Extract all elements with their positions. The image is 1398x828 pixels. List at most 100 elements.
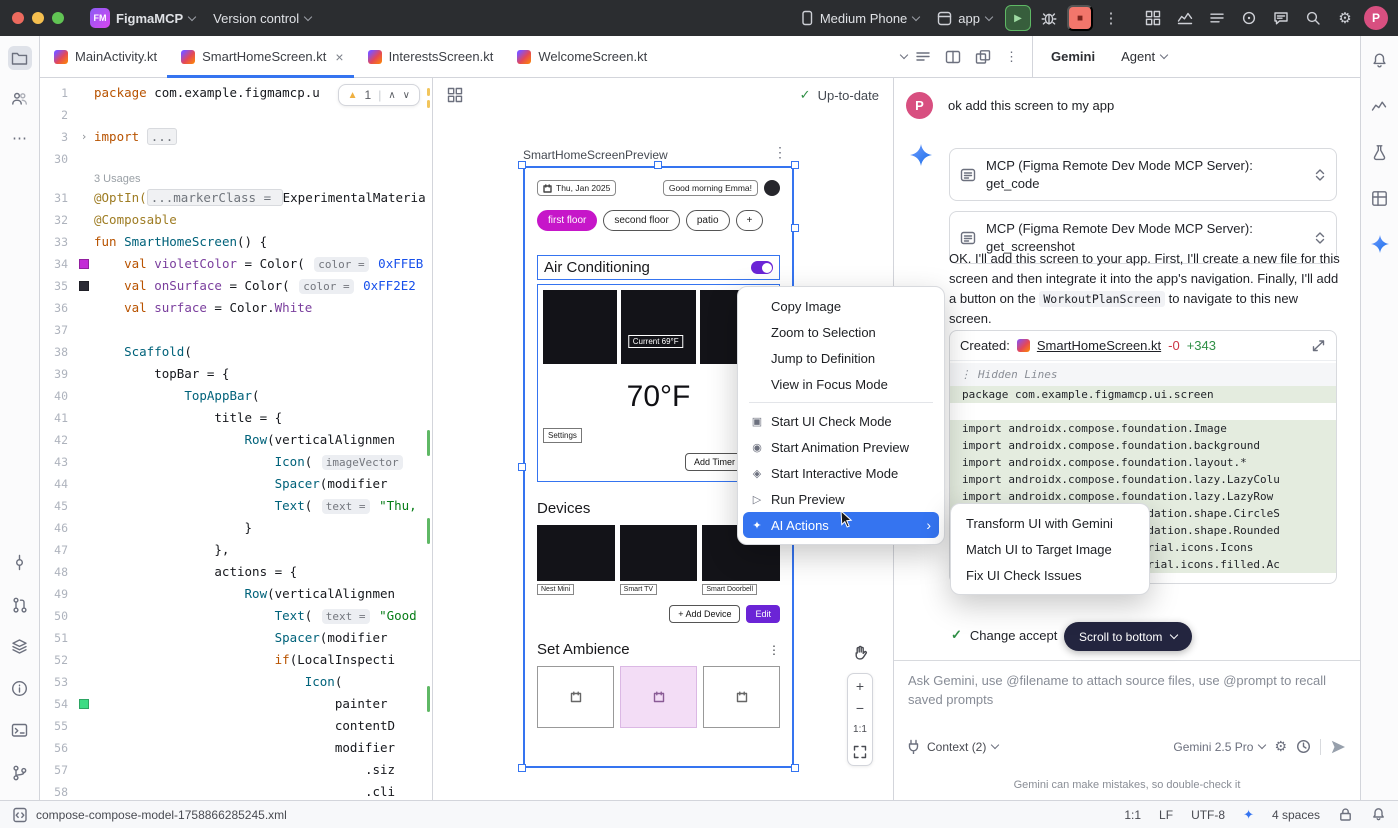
submenu-item[interactable]: Transform UI with Gemini bbox=[956, 510, 1144, 536]
floor-chip[interactable]: patio bbox=[686, 210, 730, 231]
plugins-button[interactable] bbox=[1236, 5, 1262, 31]
editor-tab[interactable]: WelcomeScreen.kt bbox=[503, 36, 657, 77]
ai-chat-button[interactable] bbox=[1268, 5, 1294, 31]
main-menu-button[interactable] bbox=[1204, 5, 1230, 31]
build-tool-button[interactable] bbox=[8, 634, 32, 658]
hidden-tabs-button[interactable] bbox=[893, 36, 915, 77]
settings-chip[interactable]: Settings bbox=[543, 428, 582, 443]
minimize-window-button[interactable] bbox=[32, 12, 44, 24]
color-swatch[interactable] bbox=[79, 259, 89, 269]
file-encoding[interactable]: UTF-8 bbox=[1191, 808, 1225, 822]
floor-chip[interactable]: first floor bbox=[537, 210, 597, 231]
more-run-actions-button[interactable]: ⋮ bbox=[1098, 5, 1124, 31]
zoom-out-button[interactable]: − bbox=[856, 702, 864, 714]
context-menu-item[interactable]: ▷ Run Preview bbox=[743, 486, 939, 512]
hidden-lines-row[interactable]: ⋮ Hidden Lines bbox=[950, 363, 1336, 386]
color-swatch[interactable] bbox=[79, 281, 89, 291]
ac-title-row[interactable]: Air Conditioning bbox=[537, 255, 780, 280]
ai-spark-icon[interactable]: ✦ bbox=[1243, 807, 1254, 823]
floor-chip[interactable]: second floor bbox=[603, 210, 679, 231]
prev-issue-icon[interactable]: ∧ bbox=[388, 90, 395, 101]
expand-chevrons-icon[interactable] bbox=[1314, 231, 1326, 245]
run-button[interactable]: ▶ bbox=[1005, 5, 1031, 31]
device-selector[interactable]: Medium Phone bbox=[792, 6, 927, 30]
selection-handle[interactable] bbox=[791, 764, 799, 772]
reader-mode-icon[interactable] bbox=[915, 49, 931, 65]
user-avatar[interactable]: P bbox=[1364, 6, 1388, 30]
lock-button[interactable] bbox=[1338, 807, 1353, 822]
tool-call-card[interactable]: MCP (Figma Remote Dev Mode MCP Server): … bbox=[949, 148, 1337, 201]
ambience-card[interactable] bbox=[537, 666, 614, 728]
zoom-level-label[interactable]: 1:1 bbox=[853, 724, 867, 735]
grid-view-icon[interactable] bbox=[447, 87, 463, 103]
send-button[interactable] bbox=[1330, 739, 1346, 755]
profiler-tool-button[interactable] bbox=[1368, 94, 1392, 118]
selection-handle[interactable] bbox=[791, 161, 799, 169]
preview-options-icon[interactable]: ⋮ bbox=[773, 144, 787, 161]
project-tool-button[interactable] bbox=[8, 46, 32, 70]
context-menu-item[interactable]: Copy Image bbox=[743, 293, 939, 319]
profiler-button[interactable] bbox=[1172, 5, 1198, 31]
more-tools-button[interactable]: ⋯ bbox=[8, 126, 32, 150]
device-mirror-button[interactable] bbox=[1140, 5, 1166, 31]
zoom-window-button[interactable] bbox=[52, 12, 64, 24]
collaboration-tool-button[interactable] bbox=[8, 86, 32, 110]
selection-handle[interactable] bbox=[791, 224, 799, 232]
zoom-in-button[interactable]: + bbox=[856, 680, 864, 692]
profile-avatar[interactable] bbox=[764, 180, 780, 196]
context-menu-item[interactable]: ◉ Start Animation Preview bbox=[743, 434, 939, 460]
layout-inspector-tool-button[interactable] bbox=[1368, 186, 1392, 210]
expand-diff-icon[interactable] bbox=[1311, 339, 1326, 353]
preview-title[interactable]: SmartHomeScreenPreview bbox=[523, 148, 668, 162]
code-editor[interactable]: ▲ 1 | ∧ ∨ 1 package com.example.figmamcp… bbox=[40, 78, 432, 800]
indent-setting[interactable]: 4 spaces bbox=[1272, 808, 1320, 822]
stop-button[interactable]: ■ bbox=[1067, 5, 1093, 31]
pull-requests-tool-button[interactable] bbox=[8, 592, 32, 616]
context-menu-item[interactable]: ◈ Start Interactive Mode bbox=[743, 460, 939, 486]
project-widget[interactable]: FM FigmaMCP bbox=[82, 4, 203, 32]
split-editor-icon[interactable] bbox=[945, 49, 961, 65]
color-swatch[interactable] bbox=[79, 699, 89, 709]
selection-handle[interactable] bbox=[518, 764, 526, 772]
chat-input[interactable] bbox=[908, 672, 1346, 730]
notifications-button[interactable] bbox=[1368, 48, 1392, 72]
terminal-tool-button[interactable] bbox=[8, 718, 32, 742]
fold-arrow-icon[interactable]: › bbox=[81, 126, 88, 148]
settings-button[interactable]: ⚙ bbox=[1332, 5, 1358, 31]
chat-history-button[interactable] bbox=[1296, 739, 1311, 754]
app-insights-tool-button[interactable] bbox=[1368, 140, 1392, 164]
context-menu-item[interactable]: Jump to Definition bbox=[743, 345, 939, 371]
cursor-position[interactable]: 1:1 bbox=[1124, 808, 1141, 822]
editor-more-icon[interactable]: ⋮ bbox=[1005, 49, 1018, 65]
edit-devices-button[interactable]: Edit bbox=[746, 605, 780, 623]
pan-tool-button[interactable] bbox=[848, 640, 872, 664]
context-menu-item[interactable]: Zoom to Selection bbox=[743, 319, 939, 345]
run-config-selector[interactable]: app bbox=[929, 7, 1000, 30]
context-button[interactable]: Context (2) bbox=[906, 739, 998, 754]
device-item[interactable]: Smart TV bbox=[620, 525, 698, 595]
gemini-tool-button[interactable] bbox=[1368, 232, 1392, 256]
close-window-button[interactable] bbox=[12, 12, 24, 24]
device-item[interactable]: Nest Mini bbox=[537, 525, 615, 595]
float-windows-icon[interactable] bbox=[975, 49, 991, 65]
submenu-item[interactable]: Fix UI Check Issues bbox=[956, 562, 1144, 588]
ambience-card[interactable] bbox=[620, 666, 697, 728]
inspection-widget[interactable]: ▲ 1 | ∧ ∨ bbox=[338, 84, 420, 106]
expand-chevrons-icon[interactable] bbox=[1314, 168, 1326, 182]
status-file[interactable]: compose-compose-model-1758866285245.xml bbox=[12, 807, 1124, 823]
scroll-to-bottom-button[interactable]: Scroll to bottom bbox=[1064, 622, 1192, 651]
add-timer-button[interactable]: Add Timer bbox=[685, 453, 744, 471]
submenu-item[interactable]: Match UI to Target Image bbox=[956, 536, 1144, 562]
model-selector[interactable]: Gemini 2.5 Pro bbox=[1173, 740, 1265, 754]
close-tab-icon[interactable]: × bbox=[335, 49, 343, 65]
vcs-widget[interactable]: Version control bbox=[205, 7, 319, 30]
zoom-to-fit-icon[interactable] bbox=[853, 745, 867, 759]
selection-handle[interactable] bbox=[518, 463, 526, 471]
tab-gemini[interactable]: Gemini bbox=[1051, 49, 1095, 64]
context-menu-item[interactable]: ▣ Start UI Check Mode bbox=[743, 408, 939, 434]
created-filename-link[interactable]: SmartHomeScreen.kt bbox=[1037, 338, 1161, 353]
commit-tool-button[interactable] bbox=[8, 550, 32, 574]
tab-agent[interactable]: Agent bbox=[1121, 49, 1167, 64]
ac-toggle-switch[interactable] bbox=[751, 261, 773, 274]
context-menu-item[interactable]: View in Focus Mode bbox=[743, 371, 939, 397]
